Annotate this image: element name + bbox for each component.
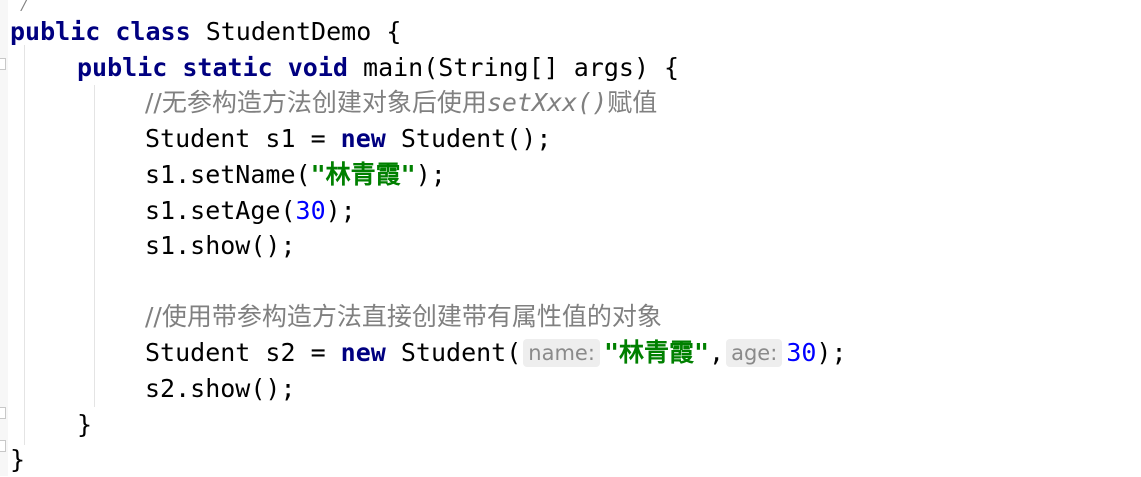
keyword: class <box>115 17 191 46</box>
code-line-2: public static void main(String[] args) { <box>77 50 679 85</box>
keyword: public <box>77 53 168 82</box>
keyword: new <box>340 124 386 153</box>
code-line-3-comment: //无参构造方法创建对象后使用setXxx()赋值 <box>145 85 657 120</box>
code-line-11: s2.show(); <box>145 371 296 406</box>
code-text: s1 = <box>250 124 341 153</box>
method-call: s1.show(); <box>145 231 296 260</box>
keyword: void <box>287 53 348 82</box>
code-line-6: s1.setAge(30); <box>145 193 356 228</box>
code-line-10: Student s2 = new Student(name: "林青霞", age:… <box>145 335 847 370</box>
closing-brace: } <box>10 445 26 474</box>
comment-text: 赋值 <box>607 88 658 117</box>
closing-brace: } <box>77 410 93 439</box>
parameter-hint: age: <box>726 339 783 367</box>
fold-marker-icon[interactable] <box>0 407 6 419</box>
class-name: StudentDemo <box>205 17 372 46</box>
code-text: ); <box>816 338 847 367</box>
type-name: Student <box>145 124 251 153</box>
code-line-1: public class StudentDemo { <box>10 14 401 49</box>
keyword: static <box>182 53 273 82</box>
method-call: s1.setAge( <box>145 196 296 225</box>
parameter-hint: name: <box>523 339 600 367</box>
method-call: s1.setName( <box>145 160 311 189</box>
code-line-13: } <box>10 442 25 477</box>
code-line-4: Student s1 = new Student(); <box>145 121 551 156</box>
fold-marker-icon[interactable] <box>0 58 6 70</box>
code-text: ); <box>415 160 446 189</box>
indent-guide <box>94 85 95 407</box>
comment-text: //无参构造方法创建对象后使用 <box>145 88 487 117</box>
brace: { <box>386 17 402 46</box>
code-line-9-comment: //使用带参构造方法直接创建带有属性值的对象 <box>145 299 662 334</box>
code-line-5: s1.setName("林青霞"); <box>145 157 446 192</box>
number-literal: 30 <box>295 196 326 225</box>
code-text: Student( <box>385 338 522 367</box>
code-text: , <box>709 338 725 367</box>
string-literal: "林青霞" <box>310 160 416 189</box>
editor-gutter <box>0 0 8 476</box>
fold-marker-icon[interactable] <box>0 440 6 452</box>
keyword: new <box>340 338 386 367</box>
keyword: public <box>10 17 101 46</box>
type-name: Student <box>145 338 251 367</box>
string-literal: "林青霞" <box>603 338 710 367</box>
code-text: Student(); <box>385 124 552 153</box>
comment-code: setXxx() <box>486 88 608 117</box>
method-call: s2.show(); <box>145 374 296 403</box>
method-signature: main(String[] args) { <box>363 53 680 82</box>
code-text: ); <box>325 196 356 225</box>
code-text: s2 = <box>250 338 341 367</box>
indent-guide <box>24 45 25 445</box>
number-literal: 30 <box>786 338 817 367</box>
code-line-7: s1.show(); <box>145 228 296 263</box>
code-line-12: } <box>77 407 92 442</box>
comment-text: //使用带参构造方法直接创建带有属性值的对象 <box>145 302 662 331</box>
